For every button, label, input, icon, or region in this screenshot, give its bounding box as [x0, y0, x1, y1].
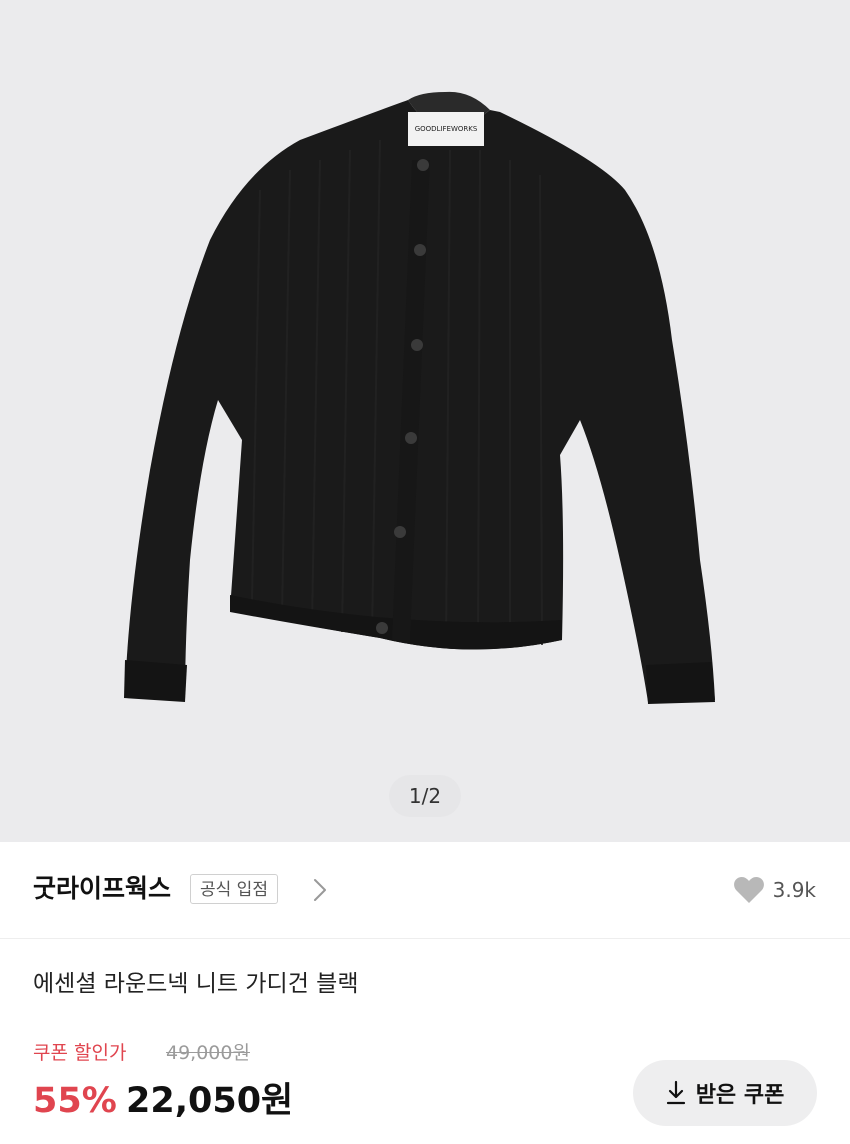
like-button[interactable]: 3.9k — [733, 874, 816, 906]
coupon-price-label: 쿠폰 할인가 — [33, 1042, 127, 1064]
received-coupon-label: 받은 쿠폰 — [695, 1083, 785, 1108]
brand-row: 굿라이프웍스 공식 입점 3.9k — [0, 842, 850, 939]
product-detail-page: GOODLIFEWORKS 1/2 굿라이프웍스 공식 입점 3.9k 에센셜 … — [0, 0, 850, 1144]
received-coupon-button[interactable]: 받은 쿠폰 — [633, 1060, 817, 1126]
chevron-right-icon[interactable] — [312, 878, 328, 902]
image-pager: 1/2 — [389, 775, 461, 817]
official-store-badge: 공식 입점 — [190, 874, 278, 904]
product-title: 에센셜 라운드넥 니트 가디건 블랙 — [33, 971, 359, 997]
final-price: 22,050원 — [126, 1081, 294, 1121]
heart-icon — [733, 876, 764, 903]
garment-label-text: GOODLIFEWORKS — [415, 125, 478, 133]
brand-name[interactable]: 굿라이프웍스 — [33, 872, 171, 906]
download-icon — [666, 1080, 685, 1105]
original-price: 49,000원 — [166, 1042, 250, 1064]
discount-rate: 55% — [33, 1081, 117, 1121]
product-image-gallery[interactable]: GOODLIFEWORKS 1/2 — [0, 0, 850, 842]
cardigan-image: GOODLIFEWORKS — [124, 91, 715, 704]
like-count: 3.9k — [772, 878, 816, 902]
